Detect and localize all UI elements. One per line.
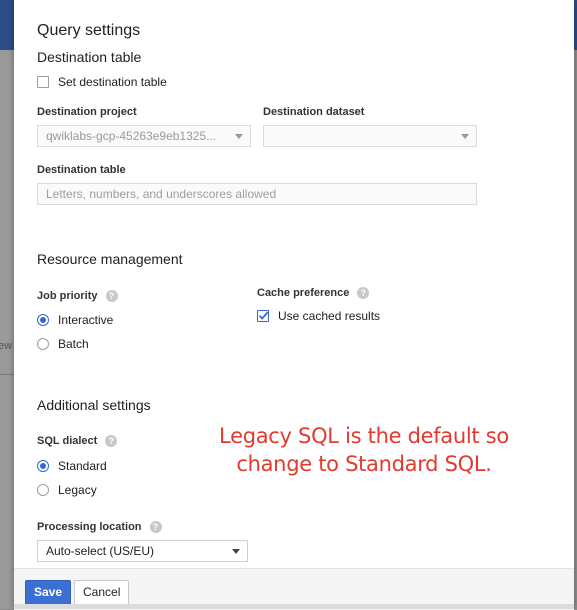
legacy-label: Legacy	[58, 483, 97, 497]
cache-preference-text: Cache preference	[257, 287, 350, 299]
background-app-panel	[0, 50, 14, 609]
annotation-line-2: change to Standard SQL.	[236, 452, 492, 476]
save-button[interactable]: Save	[25, 580, 72, 605]
help-icon[interactable]: ?	[105, 435, 118, 448]
batch-label: Batch	[58, 337, 89, 351]
destination-dataset-select[interactable]	[263, 125, 477, 147]
help-icon[interactable]: ?	[149, 521, 162, 534]
processing-location-select[interactable]: Auto-select (US/EU)	[37, 540, 248, 562]
additional-section-title: Additional settings	[37, 397, 151, 413]
batch-radio[interactable]	[37, 338, 49, 350]
query-settings-dialog: Query settings Destination table Set des…	[14, 0, 574, 610]
dropdown-arrow-icon	[232, 549, 240, 554]
dialect-option-standard[interactable]: Standard	[37, 459, 107, 473]
destination-project-label: Destination project	[37, 106, 137, 118]
sql-dialect-label: SQL dialect?	[37, 435, 118, 448]
standard-radio[interactable]	[37, 460, 49, 472]
set-destination-label: Set destination table	[58, 75, 167, 89]
destination-project-value: qwiklabs-gcp-45263e9eb1325...	[46, 129, 217, 143]
destination-project-select[interactable]: qwiklabs-gcp-45263e9eb1325...	[37, 125, 251, 147]
set-destination-table-option[interactable]: Set destination table	[37, 75, 167, 89]
destination-table-input[interactable]	[37, 183, 477, 205]
destination-table-label: Destination table	[37, 164, 126, 176]
job-priority-label: Job priority?	[37, 290, 118, 303]
set-destination-checkbox[interactable]	[37, 76, 49, 88]
sql-dialect-text: SQL dialect	[37, 435, 98, 447]
cancel-button[interactable]: Cancel	[74, 580, 130, 605]
use-cached-results-label: Use cached results	[278, 309, 381, 323]
background-divider	[0, 374, 14, 375]
dropdown-arrow-icon	[461, 134, 469, 139]
checkmark-icon	[258, 311, 269, 320]
destination-section-title: Destination table	[37, 49, 142, 65]
cache-preference-label: Cache preference?	[257, 287, 370, 300]
job-priority-text: Job priority	[37, 290, 98, 302]
dropdown-arrow-icon	[235, 134, 243, 139]
processing-location-label: Processing location?	[37, 521, 162, 534]
use-cached-results-checkbox[interactable]	[257, 310, 269, 322]
destination-dataset-label: Destination dataset	[263, 106, 365, 118]
priority-option-batch[interactable]: Batch	[37, 337, 89, 351]
help-icon[interactable]: ?	[357, 287, 370, 300]
annotation-line-1: Legacy SQL is the default so	[219, 424, 509, 448]
resource-section-title: Resource management	[37, 251, 183, 267]
processing-location-value: Auto-select (US/EU)	[46, 544, 155, 558]
dialog-bottom-edge	[14, 604, 574, 609]
help-icon[interactable]: ?	[105, 290, 118, 303]
dialog-title: Query settings	[37, 22, 141, 39]
standard-label: Standard	[58, 459, 107, 473]
background-text-fragment: ew	[0, 340, 13, 352]
processing-location-text: Processing location	[37, 521, 142, 533]
annotation-note: Legacy SQL is the default so change to S…	[194, 422, 534, 478]
dialect-option-legacy[interactable]: Legacy	[37, 483, 97, 497]
legacy-radio[interactable]	[37, 484, 49, 496]
interactive-radio[interactable]	[37, 314, 49, 326]
interactive-label: Interactive	[58, 313, 114, 327]
priority-option-interactive[interactable]: Interactive	[37, 313, 113, 327]
use-cached-results-option[interactable]: Use cached results	[257, 309, 380, 323]
